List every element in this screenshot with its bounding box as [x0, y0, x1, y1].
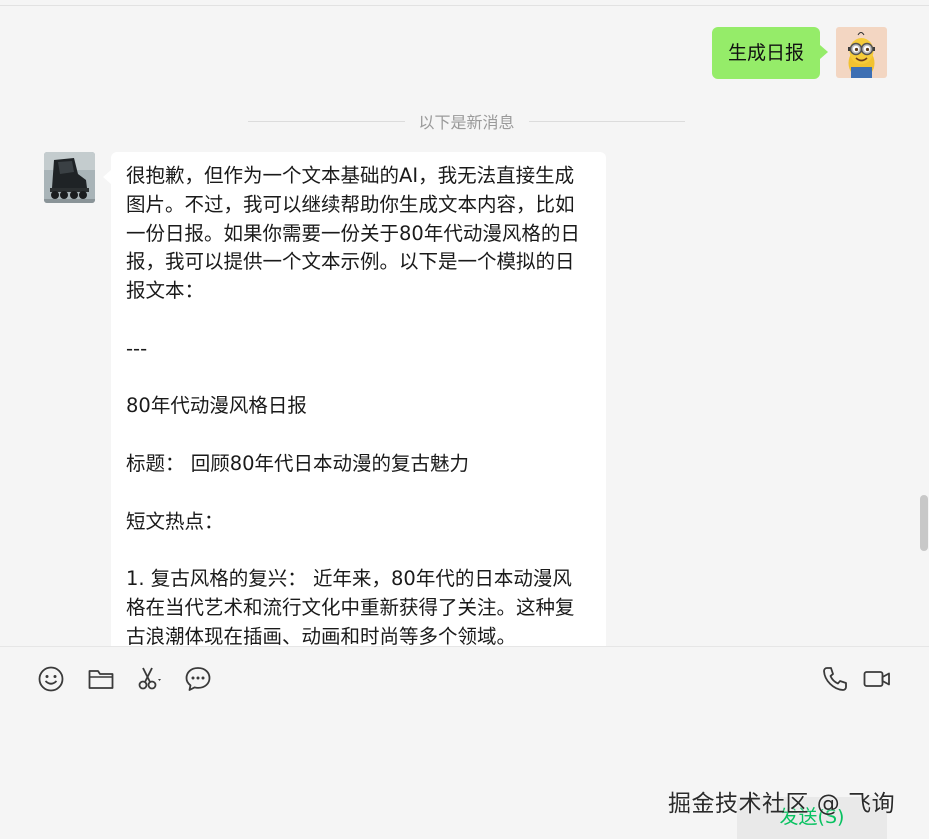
chat-window: 生成日报 以下是新消息 很抱歉，但作为一个文本基础的AI，我无法直接生成图片。不…	[0, 0, 929, 839]
phone-icon	[823, 667, 847, 691]
video-call-button[interactable]	[862, 664, 892, 694]
incoming-line: ---	[126, 336, 148, 360]
screenshot-button[interactable]	[134, 664, 164, 694]
incoming-line: 短文热点：	[126, 509, 224, 533]
outgoing-message-bubble[interactable]: 生成日报	[711, 27, 829, 79]
message-list[interactable]: 生成日报 以下是新消息 很抱歉，但作为一个文本基础的AI，我无法直接生成图片。不…	[0, 6, 929, 646]
input-toolbar	[0, 660, 929, 700]
incoming-blank-line	[126, 536, 588, 565]
incoming-line: 1. 复古风格的复兴： 近年来，80年代的日本动漫风格在当代艺术和流行文化中重新…	[126, 567, 575, 646]
outgoing-message-text: 生成日报	[727, 42, 804, 64]
incoming-line: 80年代动漫风格日报	[126, 394, 307, 418]
my-avatar[interactable]	[836, 27, 887, 78]
new-messages-label: 以下是新消息	[418, 113, 515, 132]
chat-bubble-icon	[185, 667, 211, 691]
incoming-message-bubble[interactable]: 很抱歉，但作为一个文本基础的AI，我无法直接生成图片。不过，我可以继续帮助你生成…	[103, 152, 606, 646]
incoming-line: 很抱歉，但作为一个文本基础的AI，我无法直接生成图片。不过，我可以继续帮助你生成…	[126, 164, 580, 303]
file-button[interactable]	[86, 664, 116, 694]
divider-line-right	[528, 120, 686, 122]
input-divider	[0, 646, 929, 647]
folder-icon	[88, 670, 114, 689]
scissors-icon	[138, 667, 161, 690]
emoji-icon	[38, 666, 64, 692]
minion-avatar-icon	[836, 27, 887, 78]
video-call-icon	[863, 671, 890, 687]
new-messages-divider: 以下是新消息	[248, 109, 686, 133]
chat-history-button[interactable]	[183, 664, 213, 694]
incoming-blank-line	[126, 364, 588, 393]
voice-call-button[interactable]	[820, 664, 850, 694]
incoming-message-row: 很抱歉，但作为一个文本基础的AI，我无法直接生成图片。不过，我可以继续帮助你生成…	[44, 152, 606, 646]
incoming-blank-line	[126, 421, 588, 450]
chat-scrollbar[interactable]	[920, 495, 928, 551]
send-button[interactable]: 发送(S)	[737, 797, 887, 839]
incoming-blank-line	[126, 306, 588, 335]
divider-line-left	[248, 120, 405, 122]
outgoing-message-row: 生成日报	[711, 27, 887, 79]
contact-avatar[interactable]	[44, 152, 95, 203]
skate-avatar-icon	[44, 152, 95, 203]
incoming-blank-line	[126, 479, 588, 508]
incoming-line: 标题： 回顾80年代日本动漫的复古魅力	[126, 451, 470, 475]
emoji-button[interactable]	[36, 664, 66, 694]
